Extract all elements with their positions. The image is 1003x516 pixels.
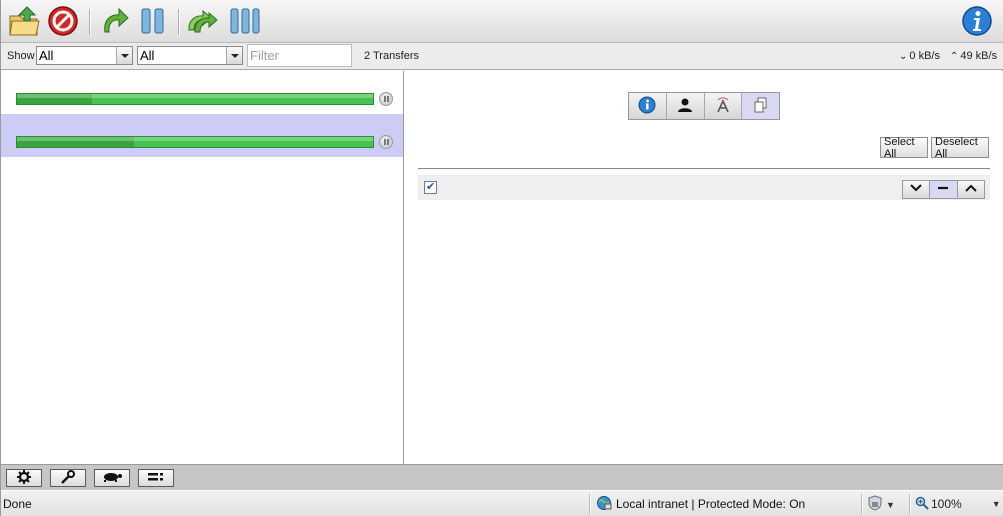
transfer-row[interactable] <box>1 71 403 114</box>
filter-input[interactable] <box>247 44 352 67</box>
intranet-globe-icon <box>596 495 612 514</box>
info-tab[interactable] <box>629 93 667 119</box>
transfers-count: 2 Transfers <box>364 50 420 62</box>
preferences-button[interactable] <box>6 469 42 487</box>
app-window: Show All All 2 Transfers ⌄0 kB/s ⌃49 kB/… <box>0 0 1003 516</box>
transfer-list <box>1 71 404 464</box>
file-checkbox[interactable] <box>424 180 437 194</box>
status-filter-select[interactable]: All <box>36 46 133 65</box>
peers-tab[interactable] <box>666 93 705 119</box>
priority-low-button[interactable] <box>903 181 931 198</box>
upload-arrow-icon: ⌃ <box>950 51 959 62</box>
minus-icon <box>937 183 949 196</box>
download-arrow-icon: ⌄ <box>899 51 908 62</box>
trackers-tab[interactable] <box>704 93 743 119</box>
pause-icon[interactable] <box>136 4 170 38</box>
gear-icon <box>17 469 31 487</box>
toolbar-separator <box>89 9 90 35</box>
chevron-down-icon[interactable] <box>226 47 242 64</box>
toolbar-separator <box>178 9 179 35</box>
zoom-level: 100% <box>931 497 962 511</box>
filter-bar: Show All All 2 Transfers ⌄0 kB/s ⌃49 kB/… <box>1 43 1003 70</box>
progress-bar <box>16 136 374 148</box>
pause-all-icon[interactable] <box>228 4 262 38</box>
upload-speed: ⌃ 49 kB/s <box>950 50 997 62</box>
compact-view-icon <box>147 472 165 485</box>
show-label: Show <box>7 50 35 62</box>
label-filter-select[interactable]: All <box>137 46 243 65</box>
chevron-up-icon <box>965 183 977 196</box>
chevron-down-icon[interactable] <box>116 47 132 64</box>
security-zone[interactable]: Local intranet | Protected Mode: On <box>596 495 805 513</box>
upload-speed-value: 49 kB/s <box>960 50 998 62</box>
info-icon <box>638 96 656 117</box>
pause-transfer-icon[interactable] <box>379 92 393 106</box>
open-torrent-icon[interactable] <box>7 4 41 38</box>
start-icon[interactable] <box>97 4 131 38</box>
zoom-control[interactable]: 100% ▼ <box>915 495 1001 513</box>
about-icon[interactable] <box>960 4 994 38</box>
file-row[interactable] <box>418 175 990 200</box>
priority-normal-button[interactable] <box>930 181 958 198</box>
priority-high-button[interactable] <box>957 181 984 198</box>
protected-mode-button[interactable]: ▼ <box>867 495 895 514</box>
security-zone-text: Local intranet | Protected Mode: On <box>616 497 806 511</box>
remove-icon[interactable] <box>46 4 80 38</box>
files-tab[interactable] <box>742 93 779 119</box>
label-filter-value: All <box>140 48 155 63</box>
select-all-button[interactable]: Select All <box>880 136 928 160</box>
download-speed: ⌄ 0 kB/s <box>899 50 940 62</box>
details-tabs <box>628 92 780 120</box>
start-all-icon[interactable] <box>186 4 220 38</box>
progress-bar <box>16 93 374 105</box>
wrench-icon <box>60 469 76 487</box>
files-icon <box>752 96 770 117</box>
divider <box>418 168 990 169</box>
pause-transfer-icon[interactable] <box>379 135 393 149</box>
tracker-icon <box>714 96 732 117</box>
tools-button[interactable] <box>50 469 86 487</box>
priority-control <box>902 180 985 199</box>
transfer-row[interactable] <box>1 114 403 157</box>
turtle-icon <box>101 471 123 486</box>
speed-limit-button[interactable] <box>94 469 130 487</box>
browser-status-bar: Done Local intranet | Protected Mode: On… <box>1 490 1003 516</box>
bottom-toolbar <box>1 464 1003 490</box>
status-filter-value: All <box>39 48 54 63</box>
details-pane: Select All Deselect All <box>405 71 1003 464</box>
chevron-down-icon: ▼ <box>991 499 1001 509</box>
main-toolbar <box>1 0 1003 43</box>
user-icon <box>676 96 694 117</box>
zoom-icon <box>915 496 929 513</box>
download-speed-value: 0 kB/s <box>909 50 940 62</box>
compact-view-button[interactable] <box>138 469 174 487</box>
chevron-down-icon: ▼ <box>886 499 895 510</box>
chevron-down-icon <box>910 183 922 196</box>
shield-lock-icon <box>867 495 883 514</box>
status-text: Done <box>3 497 32 511</box>
deselect-all-button[interactable]: Deselect All <box>931 136 989 160</box>
